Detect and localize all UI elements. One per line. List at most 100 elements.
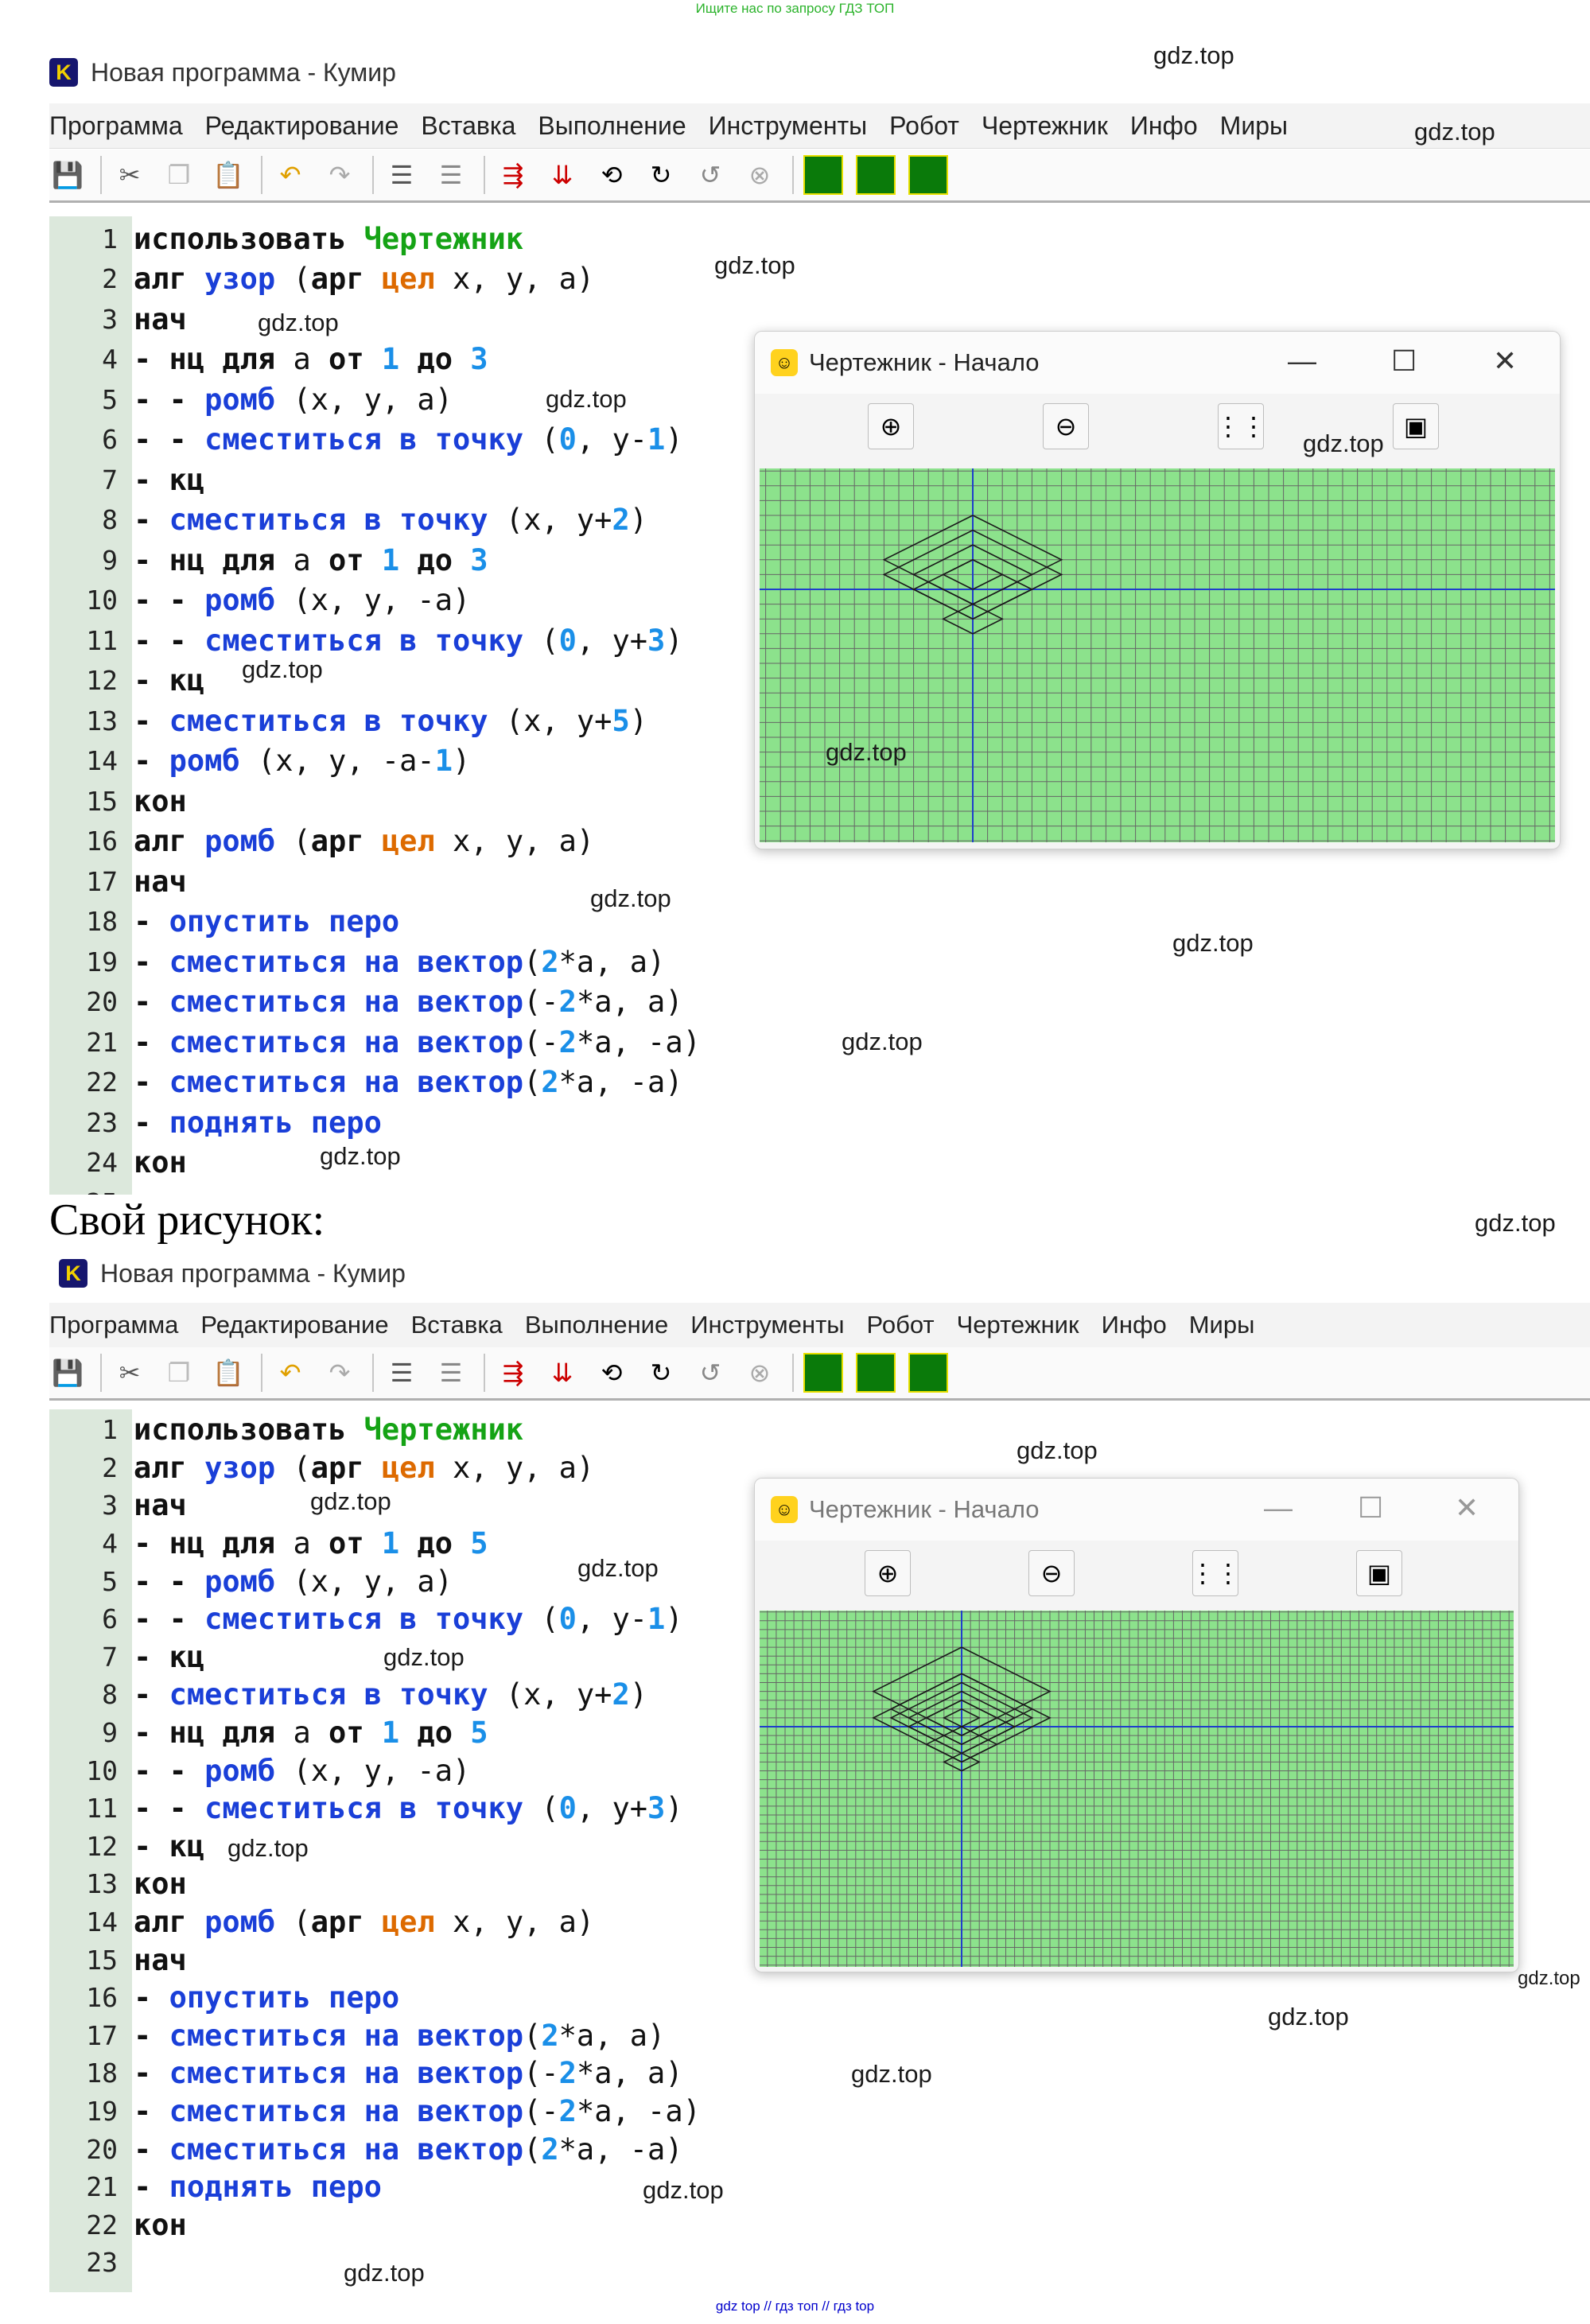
menu-program[interactable]: Программа <box>49 1311 178 1339</box>
code-line[interactable]: 1 использовать Чертежник <box>49 1411 523 1449</box>
code-line[interactable]: 15 кон <box>49 781 187 822</box>
code-editor-1[interactable]: 1 использовать Чертежник 2 алг узор (арг це… <box>49 216 765 1195</box>
code-line[interactable]: 19- сместиться на вектор(-2*a, -a) <box>49 2093 701 2131</box>
code-line[interactable]: 14- ромб (x, y, -a-1) <box>49 741 470 782</box>
code-line[interactable]: 6 - - сместиться в точку (0, y-1) <box>49 420 682 461</box>
redo-icon[interactable]: ↷ <box>321 1354 358 1391</box>
paste-icon[interactable]: 📋 <box>210 157 247 193</box>
code-line[interactable]: 11 - - сместиться в точку (0, y+3) <box>49 1790 682 1828</box>
stop-icon[interactable]: ⊗ <box>741 157 778 193</box>
code-line[interactable]: 11 - - сместиться в точку (0, y+3) <box>49 620 682 661</box>
menu-drawer[interactable]: Чертежник <box>957 1311 1079 1339</box>
code-line[interactable]: 4 - нц для a от 1 до 5 <box>49 1525 488 1563</box>
zoom-in-icon[interactable]: ⊕ <box>868 403 914 449</box>
step-back-icon[interactable]: ↻ <box>643 157 679 193</box>
maximize-button[interactable]: ☐ <box>1391 344 1417 378</box>
cut-icon[interactable]: ✂ <box>111 157 148 193</box>
code-line[interactable]: 4 - нц для a от 1 до 3 <box>49 340 488 380</box>
menu-run[interactable]: Выполнение <box>538 111 686 141</box>
save-icon[interactable]: 💾 <box>49 157 86 193</box>
frame-icon[interactable] <box>856 1353 896 1393</box>
minimize-button[interactable]: — <box>1264 1491 1293 1525</box>
indent-icon[interactable]: ☰ <box>383 1354 420 1391</box>
code-line[interactable]: 13- сместиться в точку (x, y+5) <box>49 701 647 741</box>
code-line[interactable]: 3 нач <box>49 1487 187 1525</box>
code-line[interactable]: 12 - кц <box>49 661 204 701</box>
menu-run[interactable]: Выполнение <box>525 1311 668 1339</box>
code-line[interactable]: 2 алг узор (арг цел x, y, a) <box>49 259 594 300</box>
menu-robot[interactable]: Робот <box>889 111 959 141</box>
code-line[interactable]: 20- сместиться на вектор(2*a, -a) <box>49 2130 682 2168</box>
fit-icon[interactable]: ▣ <box>1393 403 1439 449</box>
minimize-button[interactable]: — <box>1288 344 1316 378</box>
menu-worlds[interactable]: Миры <box>1220 111 1288 141</box>
code-line[interactable]: 24 кон <box>49 1143 187 1183</box>
menu-robot[interactable]: Робот <box>867 1311 935 1339</box>
menu-insert[interactable]: Вставка <box>421 111 515 141</box>
code-line[interactable]: 16- опустить перо <box>49 1979 399 2017</box>
code-line[interactable]: 17- сместиться на вектор(2*a, a) <box>49 2017 665 2055</box>
step-into-icon[interactable]: ⇊ <box>544 157 581 193</box>
code-line[interactable]: 8- сместиться в точку (x, y+2) <box>49 500 647 541</box>
code-line[interactable]: 22 кон <box>49 2206 187 2244</box>
menu-program[interactable]: Программа <box>49 111 183 141</box>
grid-split-icon[interactable] <box>908 155 948 195</box>
menu-info[interactable]: Инфо <box>1130 111 1198 141</box>
step-out-icon[interactable]: ⟲ <box>593 1354 630 1391</box>
code-line[interactable]: 23- поднять перо <box>49 1102 382 1143</box>
code-line[interactable]: 8- сместиться в точку (x, y+2) <box>49 1676 647 1714</box>
close-button[interactable]: ✕ <box>1455 1491 1479 1525</box>
frame-icon[interactable] <box>856 155 896 195</box>
step-over-icon[interactable]: ⇶ <box>495 157 531 193</box>
paste-icon[interactable]: 📋 <box>210 1354 247 1391</box>
maximize-button[interactable]: ☐ <box>1358 1491 1383 1525</box>
copy-icon[interactable]: ❐ <box>161 1354 197 1391</box>
code-line[interactable]: 7 - кц <box>49 460 204 500</box>
code-line[interactable]: 23 <box>49 2244 134 2282</box>
menu-edit[interactable]: Редактирование <box>205 111 399 141</box>
stop-icon[interactable]: ⊗ <box>741 1354 778 1391</box>
code-editor-2[interactable]: 1 использовать Чертежник 2 алг узор (арг це… <box>49 1409 765 2292</box>
code-line[interactable]: 9 - нц для a от 1 до 3 <box>49 540 488 581</box>
code-line[interactable]: 19- сместиться на вектор(2*a, a) <box>49 942 665 982</box>
code-line[interactable]: 25 <box>49 1183 134 1195</box>
grid-4-icon[interactable] <box>803 1353 843 1393</box>
grid-dots-icon[interactable]: ⋮⋮ <box>1215 403 1266 449</box>
step-over-icon[interactable]: ⇶ <box>495 1354 531 1391</box>
code-line[interactable]: 17 нач <box>49 861 187 902</box>
code-line[interactable]: 6 - - сместиться в точку (0, y-1) <box>49 1600 682 1638</box>
code-line[interactable]: 14 алг ромб (арг цел x, y, a) <box>49 1903 594 1941</box>
menu-tools[interactable]: Инструменты <box>709 111 868 141</box>
unindent-icon[interactable]: ☰ <box>433 157 469 193</box>
code-line[interactable]: 21- сместиться на вектор(-2*a, -a) <box>49 1022 701 1063</box>
zoom-in-icon[interactable]: ⊕ <box>865 1550 911 1596</box>
code-line[interactable]: 10 - - ромб (x, y, -a) <box>49 1751 470 1790</box>
close-button[interactable]: ✕ <box>1493 344 1517 378</box>
undo-icon[interactable]: ↶ <box>272 1354 309 1391</box>
fit-icon[interactable]: ▣ <box>1356 1550 1402 1596</box>
redo-icon[interactable]: ↷ <box>321 157 358 193</box>
cut-icon[interactable]: ✂ <box>111 1354 148 1391</box>
menu-info[interactable]: Инфо <box>1102 1311 1167 1339</box>
run-to-icon[interactable]: ↺ <box>692 157 729 193</box>
undo-icon[interactable]: ↶ <box>272 157 309 193</box>
copy-icon[interactable]: ❐ <box>161 157 197 193</box>
menu-tools[interactable]: Инструменты <box>690 1311 844 1339</box>
code-line[interactable]: 13 кон <box>49 1865 187 1903</box>
step-back-icon[interactable]: ↻ <box>643 1354 679 1391</box>
code-line[interactable]: 7 - кц <box>49 1638 204 1677</box>
code-line[interactable]: 22- сместиться на вектор(2*a, -a) <box>49 1063 682 1103</box>
grid-split-icon[interactable] <box>908 1353 948 1393</box>
menu-drawer[interactable]: Чертежник <box>982 111 1108 141</box>
code-line[interactable]: 5 - - ромб (x, y, a) <box>49 1562 453 1600</box>
code-line[interactable]: 18- сместиться на вектор(-2*a, a) <box>49 2054 682 2093</box>
code-line[interactable]: 18- опустить перо <box>49 902 399 942</box>
run-to-icon[interactable]: ↺ <box>692 1354 729 1391</box>
step-into-icon[interactable]: ⇊ <box>544 1354 581 1391</box>
code-line[interactable]: 1 использовать Чертежник <box>49 219 523 259</box>
grid-dots-icon[interactable]: ⋮⋮ <box>1190 1550 1241 1596</box>
menu-edit[interactable]: Редактирование <box>200 1311 388 1339</box>
zoom-out-icon[interactable]: ⊖ <box>1028 1550 1075 1596</box>
menu-insert[interactable]: Вставка <box>411 1311 503 1339</box>
code-line[interactable]: 21- поднять перо <box>49 2168 382 2206</box>
